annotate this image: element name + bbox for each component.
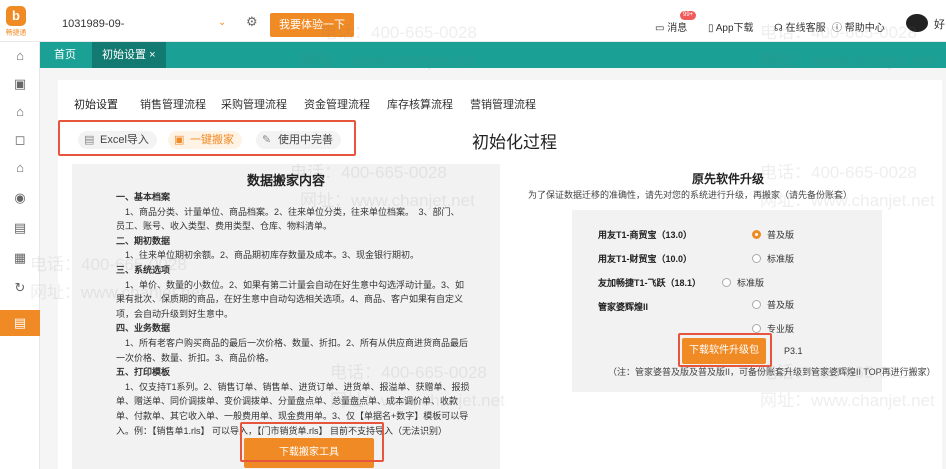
refresh-icon[interactable]: ↻ <box>12 280 28 296</box>
subnav-marketing[interactable]: 营销管理流程 <box>470 96 536 112</box>
radio-icon <box>752 254 761 263</box>
product-name: 用友T1-商贸宝（13.0） <box>598 230 693 240</box>
online-service-link[interactable]: ☊ 在线客服 <box>774 19 826 34</box>
migration-line: 1、仅支持T1系列。2、销售订单、销售单、进货订单、进货单、报溢单、获赠单、报损 <box>116 381 470 392</box>
messages-badge: 99+ <box>680 11 697 20</box>
content-panel: 初始设置 销售管理流程 采购管理流程 资金管理流程 库存核算流程 营销管理流程 … <box>58 80 942 469</box>
migration-title: 数据搬家内容 <box>246 173 325 188</box>
radio-option[interactable]: 标准版 <box>722 276 764 289</box>
chevron-down-icon[interactable]: ⌄ <box>218 17 226 28</box>
migration-line: 一次价格、数量、折扣。3、商品价格。 <box>116 352 275 363</box>
migration-line: 三、系统选项 <box>116 264 171 275</box>
product-name: 友加畅捷T1-飞跃（18.1） <box>598 278 702 288</box>
migration-line: 员工、账号、收入类型、费用类型、仓库、物料清单。 <box>116 221 333 232</box>
radio-icon <box>722 278 731 287</box>
top-header: b 畅捷通 1031989-09- ⌄ ⚙ 我要体验一下 ▭ 消息 99+ ▯ … <box>0 0 946 42</box>
migration-line: 项，会自动升级到好生意中。 <box>116 308 234 319</box>
upgrade-note: （注：管家婆普及版及普及版II，可备份账套升级到管家婆辉煌II TOP再进行搬家… <box>608 367 936 377</box>
migration-line: 一、基本档案 <box>116 192 171 202</box>
sidebar: ⌂ ▣ ⌂ ◻ ⌂ ◉ ▤ ▦ ↻ ▤ <box>0 42 40 469</box>
app-download-link[interactable]: ▯ App下载 <box>708 19 754 34</box>
migration-line: 二、期初数据 <box>116 235 171 246</box>
logo-mark: b <box>6 6 26 26</box>
phone-icon: ▯ <box>708 23 716 34</box>
radio-option[interactable]: 标准版 <box>752 252 794 265</box>
subnav-initial-settings[interactable]: 初始设置 <box>74 96 118 112</box>
radio-icon <box>752 324 761 333</box>
logo-text: 畅捷通 <box>5 28 27 37</box>
bag-icon[interactable]: ◻ <box>12 132 28 148</box>
subnav-inventory[interactable]: 库存核算流程 <box>387 96 453 112</box>
tab-initial-settings[interactable]: 初始设置 × <box>92 42 166 68</box>
subnav-sales[interactable]: 销售管理流程 <box>140 96 206 112</box>
upgrade-version-suffix: P3.1 <box>784 346 803 356</box>
product-name: 用友T1-财贸宝（10.0） <box>598 254 693 264</box>
try-button[interactable]: 我要体验一下 <box>270 13 354 37</box>
migration-content-list: 一、基本档案 1、商品分类、计量单位、商品档案。2、往来单位分类，往来单位档案。… <box>116 190 494 438</box>
upgrade-title: 原先软件升级 <box>691 172 764 186</box>
tab-bar: 首页 初始设置 × <box>40 42 946 68</box>
warehouse-icon[interactable]: ⌂ <box>12 160 28 176</box>
report-icon[interactable]: ▦ <box>12 250 28 266</box>
subnav-funds[interactable]: 资金管理流程 <box>304 96 370 112</box>
upgrade-highlight-frame <box>678 333 772 367</box>
subnav-purchase[interactable]: 采购管理流程 <box>221 96 287 112</box>
gear-icon[interactable]: ⚙ <box>246 15 260 29</box>
home-icon[interactable]: ⌂ <box>12 48 28 64</box>
account-selector[interactable]: 1031989-09- <box>62 18 124 30</box>
radio-option[interactable]: 普及版 <box>752 228 794 241</box>
download-highlight-frame <box>240 422 384 462</box>
radio-option[interactable]: 普及版 <box>752 298 794 311</box>
migration-line: 果有批次、保质期的商品，在好生意中自动勾选相关选项。4、商品、客户如果有自定义 <box>116 294 464 305</box>
close-icon[interactable]: × <box>149 49 155 61</box>
tab-home[interactable]: 首页 <box>44 42 86 68</box>
sidebar-item-settings[interactable]: ▤ <box>0 310 40 336</box>
migration-line: 单、赠送单、同价调拨单、变价调拨单、分量盘点单、总量盘点单、成本调价单、收款 <box>116 396 459 407</box>
clipboard-icon[interactable]: ▤ <box>12 220 28 236</box>
help-center-link[interactable]: ⓘ 帮助中心 <box>832 19 885 34</box>
wallet-icon[interactable]: ◉ <box>12 190 28 206</box>
steps-highlight-frame <box>58 120 356 156</box>
migration-line: 五、打印模板 <box>116 367 171 378</box>
radio-icon <box>752 300 761 309</box>
radio-checked-icon <box>752 230 761 239</box>
settings-doc-icon: ▤ <box>13 315 27 330</box>
migration-line: 四、业务数据 <box>116 323 171 334</box>
product-name: 管家婆辉煌II <box>598 302 649 312</box>
gift-icon[interactable]: ▣ <box>12 76 28 92</box>
message-icon: ▭ <box>655 23 668 34</box>
headset-icon: ☊ <box>774 23 786 34</box>
messages-link[interactable]: ▭ 消息 <box>655 19 687 34</box>
migration-line: 1、商品分类、计量单位、商品档案。2、往来单位分类，往来单位档案。 3、部门、 <box>116 206 460 217</box>
user-name[interactable]: 好 <box>934 16 945 32</box>
app-logo[interactable]: b 畅捷通 <box>4 6 28 38</box>
store-icon[interactable]: ⌂ <box>12 104 28 120</box>
migration-line: 1、往来单位期初余额。2、商品期初库存数量及成本。3、现金银行期初。 <box>116 250 420 261</box>
help-icon: ⓘ <box>832 23 845 34</box>
migration-line: 1、单价、数量的小数位。2、如果有第二计量会自动在好生意中勾选浮动计量。3、如 <box>116 279 465 290</box>
migration-line: 1、所有老客户购买商品的最后一次价格、数量、折扣。2、所有从供应商进货商品最后 <box>116 337 469 348</box>
upgrade-description: 为了保证数据迁移的准确性，请先对您的系统进行升级，再搬家（请先备份账套） <box>528 190 853 200</box>
avatar[interactable] <box>906 14 928 32</box>
page-title: 初始化过程 <box>472 133 557 152</box>
